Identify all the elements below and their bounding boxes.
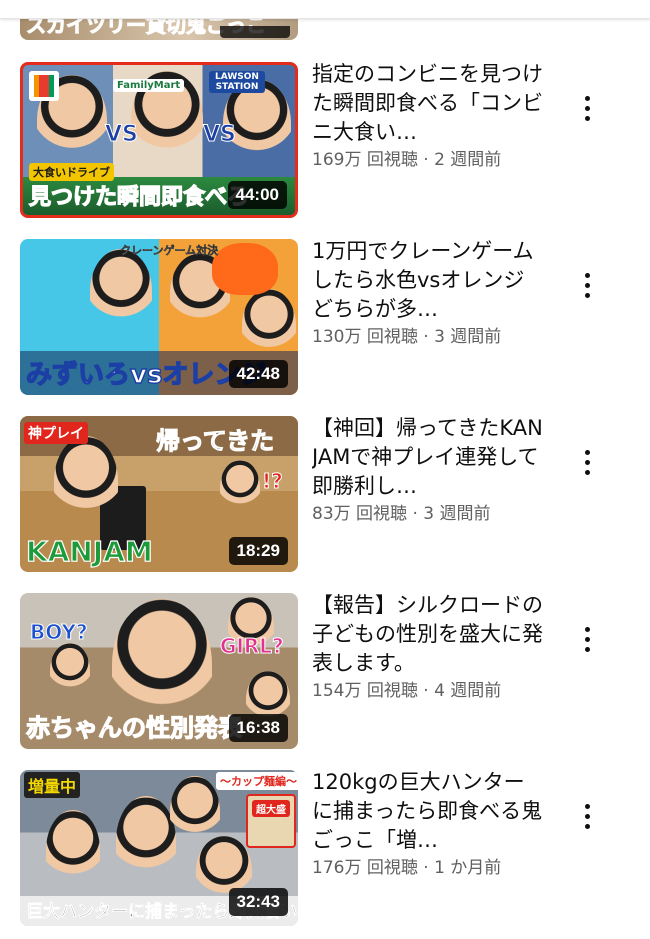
more-options-icon[interactable] <box>572 88 602 128</box>
person-image <box>90 249 152 333</box>
duration-badge: 18:29 <box>228 537 288 565</box>
video-list-item[interactable]: FamilyMart LAWSON STATION VS VS 大食いドライブ … <box>0 62 650 222</box>
thumbnail-tag: GIRL? <box>220 634 285 659</box>
video-metadata: 154万 回視聴 · 4 週間前 <box>312 680 544 702</box>
view-count: 169万 回視聴 <box>312 150 418 170</box>
duration-badge: 42:48 <box>228 360 288 388</box>
thumbnail-caption: KANJAM <box>25 534 153 568</box>
video-list-item[interactable]: BOY? GIRL? 赤ちゃんの性別発表 16:38 【報告】シルクロードの子ど… <box>0 593 650 753</box>
video-list-item[interactable]: 増量中 〜カップ麺編〜 超大盛 巨大ハンターに捕まったら即大食い 32:43 1… <box>0 770 650 930</box>
video-info[interactable]: 【報告】シルクロードの子どもの性別を盛大に発表します。 154万 回視聴 · 4… <box>312 591 544 702</box>
meta-separator: · <box>417 858 435 878</box>
video-thumbnail[interactable]: FamilyMart LAWSON STATION VS VS 大食いドライブ … <box>20 62 298 218</box>
person-image <box>242 289 296 361</box>
thumbnail-caption: 見つけた瞬間即食べろ <box>28 184 250 210</box>
video-metadata: 169万 回視聴 · 2 週間前 <box>312 149 544 171</box>
upload-age: 3 週間前 <box>434 327 502 347</box>
vs-label: VS <box>203 122 237 148</box>
top-bar-edge <box>0 0 650 19</box>
upload-age: 1 か月前 <box>434 858 502 878</box>
video-thumbnail[interactable]: BOY? GIRL? 赤ちゃんの性別発表 16:38 <box>20 593 298 749</box>
video-title[interactable]: 【神回】帰ってきたKANJAMで神プレイ連発して即勝利し… <box>312 414 544 501</box>
thumbnail-tag: 神プレイ <box>24 422 88 444</box>
upload-age: 3 週間前 <box>423 504 491 524</box>
video-title[interactable]: 1万円でクレーンゲームしたら水色vsオレンジどちらが多… <box>312 237 544 324</box>
more-options-icon[interactable] <box>572 265 602 305</box>
thumbnail-exclaim: !? <box>262 469 284 494</box>
person-image <box>116 796 176 886</box>
video-info[interactable]: 【神回】帰ってきたKANJAMで神プレイ連発して即勝利し… 83万 回視聴 · … <box>312 414 544 525</box>
meta-separator: · <box>417 150 435 170</box>
video-thumbnail[interactable]: 増量中 〜カップ麺編〜 超大盛 巨大ハンターに捕まったら即大食い 32:43 <box>20 770 298 926</box>
more-options-icon[interactable] <box>572 619 602 659</box>
thumbnail-title-text: 帰ってきた <box>155 427 275 456</box>
person-image <box>50 643 90 697</box>
person-image <box>54 436 118 526</box>
video-title[interactable]: 指定のコンビニを見つけた瞬間即食べる「コンビニ大食い… <box>312 60 544 147</box>
video-metadata: 130万 回視聴 · 3 週間前 <box>312 326 544 348</box>
upload-age: 4 週間前 <box>434 681 502 701</box>
more-options-icon[interactable] <box>572 442 602 482</box>
video-metadata: 83万 回視聴 · 3 週間前 <box>312 503 544 525</box>
familymart-logo: FamilyMart <box>113 79 185 92</box>
video-list-item[interactable]: 神プレイ 帰ってきた !? KANJAM 18:29 【神回】帰ってきたKANJ… <box>0 416 650 576</box>
duration-badge: 32:43 <box>228 888 288 916</box>
upload-age: 2 週間前 <box>434 150 502 170</box>
thumbnail-caption: 赤ちゃんの性別発表 <box>25 713 242 742</box>
video-list-item[interactable]: クレーンゲーム対決 みずいろvsオレンジ 42:48 1万円でクレーンゲームした… <box>0 239 650 399</box>
video-thumbnail[interactable]: クレーンゲーム対決 みずいろvsオレンジ 42:48 <box>20 239 298 395</box>
thumbnail-tag: 増量中 <box>24 772 81 798</box>
view-count: 176万 回視聴 <box>312 858 418 878</box>
person-image <box>220 460 260 514</box>
view-count: 83万 回視聴 <box>312 504 408 524</box>
more-options-icon[interactable] <box>572 796 602 836</box>
video-title[interactable]: 【報告】シルクロードの子どもの性別を盛大に発表します。 <box>312 591 544 678</box>
thumbnail-tag: 〜カップ麺編〜 <box>216 772 298 790</box>
video-metadata: 176万 回視聴 · 1 か月前 <box>312 857 544 879</box>
vs-label: VS <box>105 122 139 148</box>
thumbnail-tag: クレーンゲーム対決 <box>120 244 219 257</box>
video-title[interactable]: 120kgの巨大ハンターに捕まったら即食べる鬼ごっこ「増… <box>312 768 544 855</box>
person-image <box>170 776 220 846</box>
person-image <box>46 810 100 890</box>
seven-eleven-logo <box>29 71 59 101</box>
thumbnail-tag: BOY? <box>30 620 89 645</box>
video-thumbnail[interactable]: 神プレイ 帰ってきた !? KANJAM 18:29 <box>20 416 298 572</box>
video-info[interactable]: 120kgの巨大ハンターに捕まったら即食べる鬼ごっこ「増… 176万 回視聴 ·… <box>312 768 544 879</box>
view-count: 154万 回視聴 <box>312 681 418 701</box>
view-count: 130万 回視聴 <box>312 327 418 347</box>
video-info[interactable]: 1万円でクレーンゲームしたら水色vsオレンジどちらが多… 130万 回視聴 · … <box>312 237 544 348</box>
duration-badge: 44:00 <box>227 181 287 209</box>
meta-separator: · <box>417 681 435 701</box>
duration-badge-partial <box>220 26 290 38</box>
video-info[interactable]: 指定のコンビニを見つけた瞬間即食べる「コンビニ大食い… 169万 回視聴 · 2… <box>312 60 544 171</box>
meta-separator: · <box>417 327 435 347</box>
lawson-logo: LAWSON STATION <box>209 71 265 93</box>
thumbnail-tag: 超大盛 <box>252 800 290 817</box>
meta-separator: · <box>407 504 424 524</box>
duration-badge: 16:38 <box>228 714 288 742</box>
